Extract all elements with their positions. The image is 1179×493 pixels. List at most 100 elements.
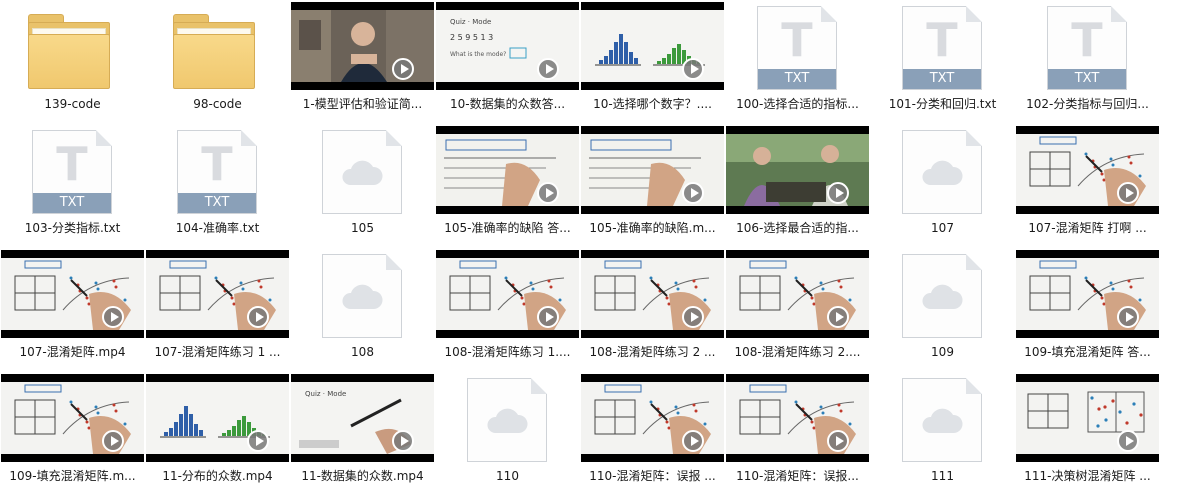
file-item[interactable]: T TXT 100-选择合适的指标...	[725, 0, 870, 118]
video-thumbnail: Quiz · Mode	[291, 374, 434, 462]
file-item[interactable]: 139-code	[0, 0, 145, 118]
thumbnail	[725, 372, 870, 468]
file-type-badge: TXT	[758, 69, 836, 89]
file-name: 104-准确率.txt	[175, 221, 260, 235]
thumbnail	[870, 248, 1015, 344]
file-item[interactable]: 105-准确率的缺陷 答...	[435, 124, 580, 242]
svg-text:Quiz · Mode: Quiz · Mode	[450, 18, 491, 26]
file-item[interactable]: 10-选择哪个数字？....	[580, 0, 725, 118]
cloud-icon	[922, 160, 963, 185]
video-thumbnail	[581, 374, 724, 462]
file-name: 110-混淆矩阵：误报...	[736, 469, 859, 483]
file-item[interactable]: 105	[290, 124, 435, 242]
cloud-icon	[922, 284, 963, 309]
generic-file-icon	[322, 130, 402, 214]
play-icon	[682, 58, 704, 80]
play-icon	[1117, 306, 1139, 328]
file-name: 105	[351, 221, 374, 235]
file-item[interactable]: 1-模型评估和验证简...	[290, 0, 435, 118]
play-icon	[247, 430, 269, 452]
file-item[interactable]: T TXT 104-准确率.txt	[145, 124, 290, 242]
file-type-badge: TXT	[1048, 69, 1126, 89]
thumbnail: Quiz · Mode	[290, 372, 435, 468]
thumbnail	[0, 248, 145, 344]
txt-file-icon: T TXT	[902, 6, 982, 90]
file-name: 100-选择合适的指标...	[736, 97, 859, 111]
file-name: 108	[351, 345, 374, 359]
file-type-badge: TXT	[903, 69, 981, 89]
generic-file-icon	[902, 378, 982, 462]
file-name: 106-选择最合适的指...	[736, 221, 859, 235]
thumbnail	[290, 0, 435, 96]
file-grid: 139-code 98-code 1-模型评估和验证简... Quiz · Mod…	[0, 0, 1179, 493]
file-item[interactable]: 107	[870, 124, 1015, 242]
cloud-icon	[342, 284, 383, 309]
video-thumbnail	[436, 126, 579, 214]
file-item[interactable]: 107-混淆矩阵.mp4	[0, 248, 145, 366]
file-item[interactable]: 107-混淆矩阵练习 1 ...	[145, 248, 290, 366]
file-item[interactable]: 109-填充混淆矩阵 答...	[1015, 248, 1160, 366]
file-item[interactable]: 98-code	[145, 0, 290, 118]
file-name: 108-混淆矩阵练习 1....	[444, 345, 571, 359]
file-item[interactable]: T TXT 103-分类指标.txt	[0, 124, 145, 242]
video-thumbnail	[726, 250, 869, 338]
video-thumbnail	[291, 2, 434, 90]
file-name: 11-分布的众数.mp4	[162, 469, 273, 483]
thumbnail	[580, 124, 725, 220]
video-thumbnail: Quiz · Mode 2 5 9 5 1 3 What is the mode…	[436, 2, 579, 90]
thumbnail	[435, 124, 580, 220]
thumbnail	[435, 372, 580, 468]
thumbnail	[0, 0, 145, 96]
play-icon	[827, 182, 849, 204]
thumbnail: T TXT	[725, 0, 870, 96]
thumbnail: T TXT	[1015, 0, 1160, 96]
file-item[interactable]: 106-选择最合适的指...	[725, 124, 870, 242]
file-item[interactable]: 108	[290, 248, 435, 366]
file-item[interactable]: 105-准确率的缺陷.m...	[580, 124, 725, 242]
file-name: 111-决策树混淆矩阵 ...	[1024, 469, 1151, 483]
thumbnail	[1015, 124, 1160, 220]
file-item[interactable]: 109	[870, 248, 1015, 366]
file-item[interactable]: Quiz · Mode 11-数据集的众数.mp4	[290, 372, 435, 490]
play-icon	[247, 306, 269, 328]
file-item[interactable]: T TXT 101-分类和回归.txt	[870, 0, 1015, 118]
video-thumbnail	[726, 126, 869, 214]
file-item[interactable]: 110-混淆矩阵：误报...	[725, 372, 870, 490]
video-thumbnail	[1, 250, 144, 338]
file-name: 109-填充混淆矩阵.m...	[9, 469, 136, 483]
play-icon	[682, 430, 704, 452]
file-item[interactable]: 108-混淆矩阵练习 2....	[725, 248, 870, 366]
file-item[interactable]: 110-混淆矩阵：误报 ...	[580, 372, 725, 490]
file-name: 102-分类指标与回归...	[1026, 97, 1149, 111]
cloud-icon	[487, 408, 528, 433]
thumbnail	[145, 372, 290, 468]
thumbnail: Quiz · Mode 2 5 9 5 1 3 What is the mode…	[435, 0, 580, 96]
file-item[interactable]: 108-混淆矩阵练习 1....	[435, 248, 580, 366]
cloud-icon	[342, 160, 383, 185]
file-name: 139-code	[44, 97, 101, 111]
file-item[interactable]: 107-混淆矩阵 打啊 ...	[1015, 124, 1160, 242]
thumbnail	[435, 248, 580, 344]
file-item[interactable]: Quiz · Mode 2 5 9 5 1 3 What is the mode…	[435, 0, 580, 118]
video-thumbnail	[1, 374, 144, 462]
thumbnail	[580, 248, 725, 344]
video-thumbnail	[1016, 374, 1159, 462]
file-name: 109-填充混淆矩阵 答...	[1024, 345, 1151, 359]
thumbnail	[725, 248, 870, 344]
file-item[interactable]: 11-分布的众数.mp4	[145, 372, 290, 490]
file-item[interactable]: 110	[435, 372, 580, 490]
txt-file-icon: T TXT	[32, 130, 112, 214]
file-item[interactable]: 109-填充混淆矩阵.m...	[0, 372, 145, 490]
file-item[interactable]: T TXT 102-分类指标与回归...	[1015, 0, 1160, 118]
file-item[interactable]: 108-混淆矩阵练习 2 ...	[580, 248, 725, 366]
file-name: 108-混淆矩阵练习 2....	[734, 345, 861, 359]
video-thumbnail	[581, 2, 724, 90]
file-item[interactable]: 111	[870, 372, 1015, 490]
thumbnail	[580, 0, 725, 96]
file-name: 101-分类和回归.txt	[888, 97, 997, 111]
play-icon	[827, 306, 849, 328]
file-item[interactable]: 111-决策树混淆矩阵 ...	[1015, 372, 1160, 490]
file-name: 110	[496, 469, 519, 483]
file-type-badge: TXT	[178, 193, 256, 213]
file-type-badge: TXT	[33, 193, 111, 213]
